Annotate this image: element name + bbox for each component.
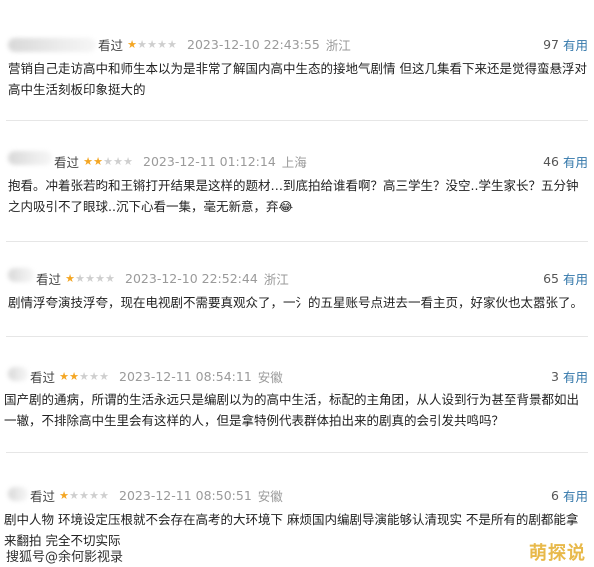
avatar[interactable]: [8, 367, 28, 381]
star-filled-icon: ★: [59, 488, 69, 502]
review-date: 2023-12-11 08:54:11: [119, 368, 252, 384]
review-content: 剧情浮夸演技浮夸，现在电视剧不需要真观众了，一氵的五星账号点进去一看主页，好家伙…: [8, 295, 584, 310]
review-date: 2023-12-10 22:52:44: [125, 270, 258, 286]
useful-vote[interactable]: 46 有用: [543, 151, 588, 171]
review-content: 剧中人物 环境设定压根就不会存在高考的大环境下 麻烦国内编剧导演能够认清现实 不…: [4, 512, 579, 548]
useful-button[interactable]: 有用: [563, 152, 588, 171]
useful-count: 6: [551, 487, 559, 503]
review-location: 安徽: [257, 369, 283, 385]
username[interactable]: 看过: [30, 367, 55, 386]
avatar[interactable]: [8, 151, 52, 165]
star-empty-icon: ★: [89, 488, 99, 502]
useful-vote[interactable]: 97 有用: [543, 34, 588, 54]
star-empty-icon: ★: [167, 37, 177, 51]
star-rating: ★ ★ ★ ★ ★: [59, 371, 109, 382]
source-watermark: 搜狐号@余何影视录: [6, 550, 124, 565]
star-empty-icon: ★: [95, 271, 105, 285]
star-empty-icon: ★: [79, 488, 89, 502]
star-empty-icon: ★: [147, 37, 157, 51]
review-location: 安徽: [257, 488, 283, 504]
star-filled-icon: ★: [83, 154, 93, 168]
star-filled-icon: ★: [69, 369, 79, 383]
username[interactable]: 看过: [30, 486, 55, 505]
useful-button[interactable]: 有用: [563, 486, 588, 505]
star-empty-icon: ★: [99, 488, 109, 502]
star-rating: ★ ★ ★ ★ ★: [59, 490, 109, 501]
useful-button[interactable]: 有用: [563, 269, 588, 288]
star-empty-icon: ★: [113, 154, 123, 168]
avatar[interactable]: [8, 268, 34, 282]
brand-watermark: 萌探说: [529, 543, 586, 564]
avatar[interactable]: [8, 487, 28, 501]
star-empty-icon: ★: [99, 369, 109, 383]
star-empty-icon: ★: [75, 271, 85, 285]
username[interactable]: 看过: [36, 269, 61, 288]
review-card: 看过 ★ ★ ★ ★ ★ 2023-12-11 01:12:14 上海 46 有用 抱看…: [0, 121, 594, 239]
review-location: 浙江: [263, 271, 289, 287]
star-empty-icon: ★: [69, 488, 79, 502]
star-filled-icon: ★: [93, 154, 103, 168]
useful-vote[interactable]: 3 有用: [551, 366, 588, 386]
useful-button[interactable]: 有用: [563, 367, 588, 386]
star-filled-icon: ★: [59, 369, 69, 383]
star-empty-icon: ★: [103, 154, 113, 168]
star-rating: ★ ★ ★ ★ ★: [127, 39, 177, 50]
useful-count: 97: [543, 36, 559, 52]
star-filled-icon: ★: [65, 271, 75, 285]
review-date: 2023-12-11 08:50:51: [119, 487, 252, 503]
review-location: 浙江: [325, 37, 351, 53]
useful-count: 46: [543, 153, 559, 169]
username[interactable]: 看过: [98, 35, 123, 54]
review-date: 2023-12-11 01:12:14: [143, 153, 276, 169]
star-empty-icon: ★: [89, 369, 99, 383]
review-date: 2023-12-10 22:43:55: [187, 36, 320, 52]
useful-vote[interactable]: 65 有用: [543, 268, 588, 288]
useful-count: 3: [551, 368, 559, 384]
star-empty-icon: ★: [79, 369, 89, 383]
star-empty-icon: ★: [137, 37, 147, 51]
review-card: 看过 ★ ★ ★ ★ ★ 2023-12-11 08:54:11 安徽 3 有用 国产剧…: [0, 337, 594, 449]
star-empty-icon: ★: [105, 271, 115, 285]
review-content: 国产剧的通病，所谓的生活永远只是编剧以为的高中生活，标配的主角团，从人设到行为甚…: [4, 392, 580, 428]
review-content: 抱看。冲着张若昀和王锵打开结果是这样的题材…到底拍给谁看啊？高三学生？没空..学…: [8, 178, 579, 214]
star-empty-icon: ★: [157, 37, 167, 51]
review-location: 上海: [281, 154, 307, 170]
star-rating: ★ ★ ★ ★ ★: [83, 156, 133, 167]
useful-vote[interactable]: 6 有用: [551, 485, 588, 505]
review-card: 看过 ★ ★ ★ ★ ★ 2023-12-10 22:43:55 浙江 97 有用 营销…: [0, 0, 594, 118]
review-content: 营销自己走访高中和师生本以为是非常了解国内高中生态的接地气剧情 但这几集看下来还…: [8, 61, 587, 97]
useful-count: 65: [543, 270, 559, 286]
star-empty-icon: ★: [123, 154, 133, 168]
username[interactable]: 看过: [54, 152, 79, 171]
avatar[interactable]: [8, 38, 96, 52]
star-filled-icon: ★: [127, 37, 137, 51]
useful-button[interactable]: 有用: [563, 35, 588, 54]
review-card: 看过 ★ ★ ★ ★ ★ 2023-12-10 22:52:44 浙江 65 有用 剧情…: [0, 242, 594, 334]
star-empty-icon: ★: [85, 271, 95, 285]
star-rating: ★ ★ ★ ★ ★: [65, 273, 115, 284]
